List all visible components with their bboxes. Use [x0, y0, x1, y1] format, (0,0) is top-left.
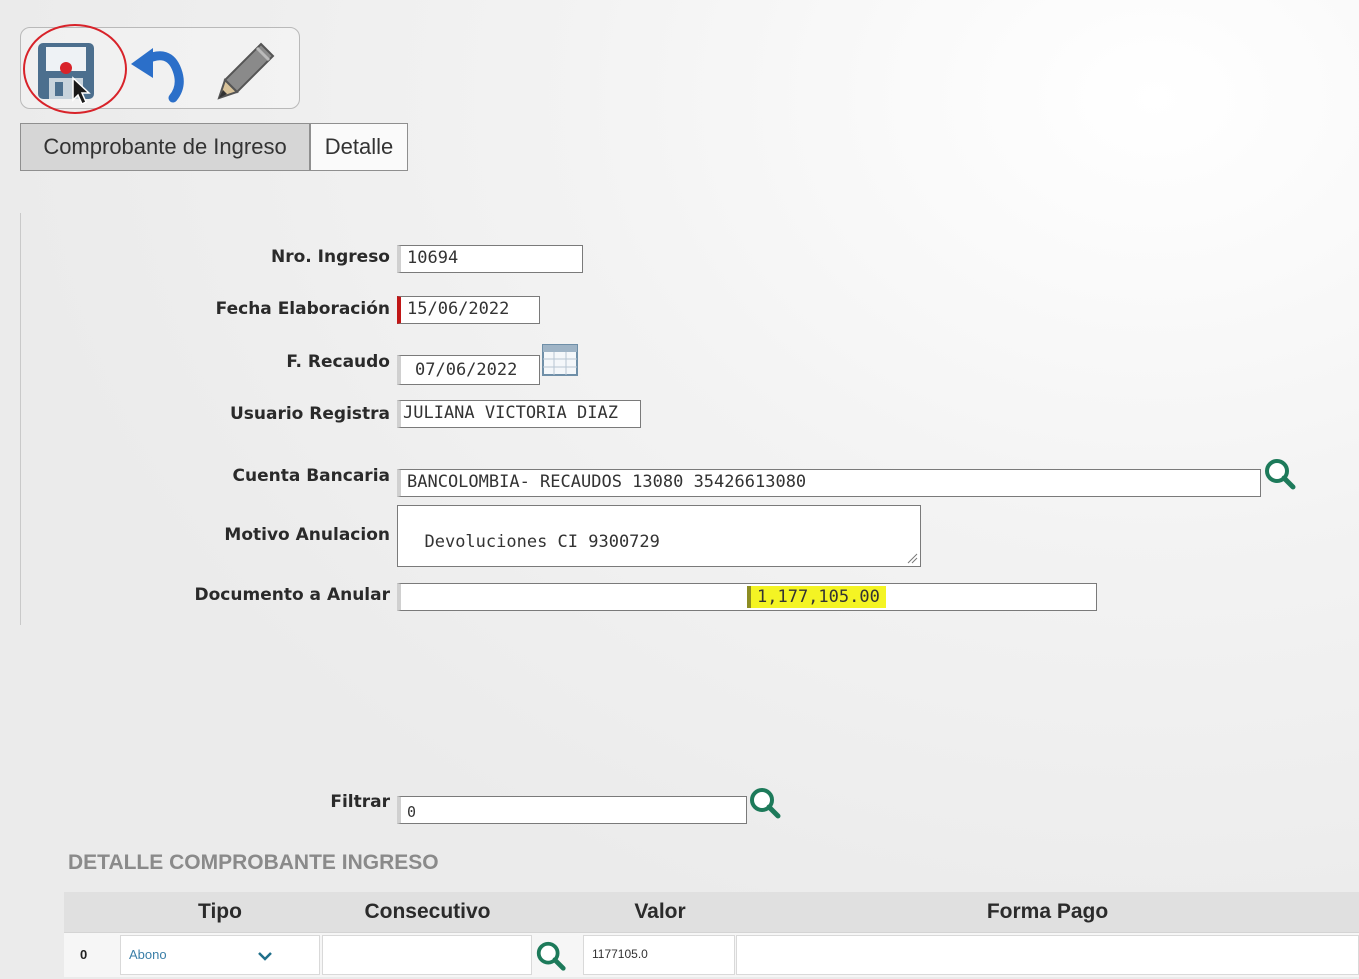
undo-arrow-icon — [131, 48, 184, 103]
table-row: 0 Abono 1177105.0 — [64, 932, 1359, 977]
column-valor: Valor — [634, 900, 686, 923]
column-tipo: Tipo — [198, 900, 242, 923]
motivo-anulacion-text: Devoluciones CI 9300729 — [424, 532, 660, 552]
documento-anular-field[interactable]: 1,177,105.00 — [397, 583, 1097, 611]
usuario-registra-label: Usuario Registra — [229, 404, 390, 424]
forma-pago-field[interactable] — [736, 935, 1359, 975]
column-consecutivo: Consecutivo — [364, 900, 491, 923]
documento-anular-label: Documento a Anular — [194, 585, 390, 605]
documento-amount: 1,177,105.00 — [747, 586, 886, 608]
tipo-select[interactable]: Abono — [120, 935, 320, 975]
nro-ingreso-field[interactable]: 10694 — [397, 245, 583, 273]
save-button[interactable] — [33, 38, 99, 106]
floppy-disk-icon — [38, 43, 94, 106]
valor-value: 1177105.0 — [592, 947, 648, 961]
filter-search-icon[interactable] — [747, 785, 783, 821]
grid-header: Tipo Consecutivo Valor Forma Pago — [64, 892, 1359, 932]
filtrar-input[interactable]: 0 — [397, 796, 747, 824]
column-forma-pago: Forma Pago — [986, 900, 1109, 923]
consecutivo-field[interactable] — [322, 935, 532, 975]
f-recaudo-field[interactable]: 07/06/2022 — [397, 355, 540, 385]
usuario-registra-field: JULIANA VICTORIA DIAZ — [397, 400, 641, 428]
tipo-select-value: Abono — [129, 947, 167, 962]
edit-button[interactable] — [213, 38, 279, 104]
fecha-elaboracion-label: Fecha Elaboración — [215, 299, 390, 319]
fecha-elaboracion-field[interactable]: 15/06/2022 — [397, 296, 540, 324]
row-index: 0 — [80, 947, 88, 962]
motivo-anulacion-textarea[interactable]: Devoluciones CI 9300729 — [397, 505, 921, 567]
valor-field[interactable]: 1177105.0 — [583, 935, 735, 975]
resize-grip-icon[interactable] — [906, 552, 918, 564]
calendar-icon[interactable] — [541, 341, 579, 377]
tab-detalle[interactable]: Detalle — [310, 123, 408, 171]
motivo-anulacion-label: Motivo Anulacion — [224, 525, 390, 545]
search-icon[interactable] — [1262, 456, 1298, 492]
detail-section-title: DETALLE COMPROBANTE INGRESO — [68, 851, 439, 874]
toolbar — [20, 27, 300, 109]
filtrar-label: Filtrar — [330, 792, 390, 812]
chevron-down-icon — [258, 952, 272, 961]
tab-comprobante-ingreso[interactable]: Comprobante de Ingreso — [20, 123, 310, 171]
undo-button[interactable] — [125, 38, 191, 104]
row-search-icon[interactable] — [534, 939, 568, 973]
f-recaudo-label: F. Recaudo — [286, 352, 390, 372]
cuenta-bancaria-field[interactable]: BANCOLOMBIA- RECAUDOS 13080 35426613080 — [397, 469, 1261, 497]
cuenta-bancaria-label: Cuenta Bancaria — [232, 466, 391, 486]
nro-ingreso-label: Nro. Ingreso — [271, 247, 390, 267]
pencil-icon — [217, 42, 275, 100]
